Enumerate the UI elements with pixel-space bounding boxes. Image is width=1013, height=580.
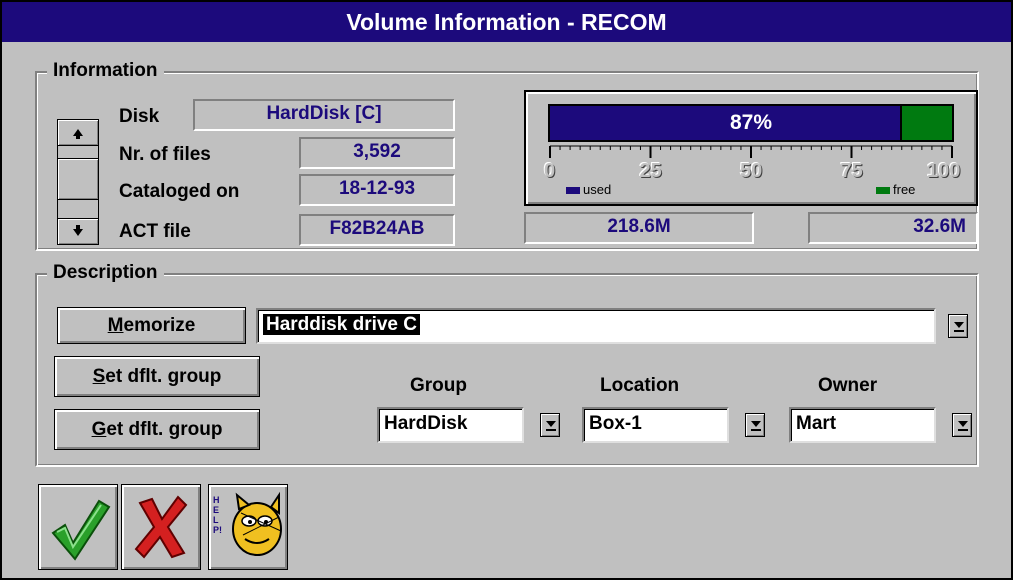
usage-percent: 87%: [729, 111, 773, 134]
ok-button[interactable]: [38, 484, 118, 570]
used-size-value: 218.6M: [524, 212, 754, 244]
description-dropdown-button[interactable]: [948, 314, 968, 338]
memorize-button[interactable]: Memorize: [57, 307, 246, 344]
description-group-label: Description: [47, 262, 164, 284]
dropdown-arrow-icon: [958, 421, 968, 431]
cataloged-value: 18-12-93: [299, 174, 455, 206]
group-input[interactable]: HardDisk: [377, 407, 524, 443]
description-input[interactable]: Harddisk drive C: [256, 308, 936, 344]
usage-scale: [549, 145, 953, 158]
group-label: Group: [410, 375, 467, 396]
dropdown-arrow-icon: [954, 322, 964, 332]
cancel-x-icon: [134, 495, 188, 559]
act-file-value: F82B24AB: [299, 214, 455, 246]
disk-usage-gauge: 87% 0 25 50 75 100 used free: [524, 90, 978, 206]
files-value: 3,592: [299, 137, 455, 169]
scale-tick-label: 25: [639, 160, 662, 182]
ok-checkmark-icon: [51, 499, 111, 561]
arrow-up-icon: [73, 129, 83, 139]
scale-tick-label: 0: [544, 160, 556, 182]
help-button[interactable]: HELP!: [208, 484, 288, 570]
free-size-value: 32.6M: [808, 212, 978, 244]
scale-tick-label: 100: [927, 160, 961, 182]
used-swatch: [566, 187, 580, 195]
help-label: HELP!: [213, 495, 222, 535]
group-dropdown-button[interactable]: [540, 413, 560, 437]
usage-bar: 87%: [548, 104, 954, 142]
owner-input[interactable]: Mart: [789, 407, 936, 443]
dropdown-arrow-icon: [546, 421, 556, 431]
act-file-label: ACT file: [119, 221, 191, 242]
window-title: Volume Information - RECOM: [2, 2, 1011, 42]
location-dropdown-button[interactable]: [745, 413, 765, 437]
cancel-button[interactable]: [121, 484, 201, 570]
disk-value: HardDisk [C]: [193, 99, 455, 131]
scroll-up-button[interactable]: [58, 120, 98, 146]
arrow-down-icon: [73, 225, 83, 236]
owner-dropdown-button[interactable]: [952, 413, 972, 437]
disk-label: Disk: [119, 106, 160, 127]
free-legend: free: [876, 182, 915, 197]
scale-tick-label: 50: [740, 160, 763, 182]
scroll-thumb[interactable]: [58, 158, 98, 200]
scroll-down-button[interactable]: [58, 218, 98, 244]
volume-information-window: Volume Information - RECOM Information D…: [0, 0, 1013, 580]
scale-tick-label: 75: [840, 160, 863, 182]
free-swatch: [876, 187, 890, 195]
used-legend: used: [566, 182, 611, 197]
owner-label: Owner: [818, 375, 878, 396]
files-label: Nr. of files: [119, 144, 211, 165]
location-input[interactable]: Box-1: [582, 407, 729, 443]
get-default-group-button[interactable]: Get dflt. group: [54, 409, 260, 450]
information-group-label: Information: [47, 60, 164, 82]
disk-scrollbar[interactable]: [57, 119, 99, 245]
dropdown-arrow-icon: [751, 421, 761, 431]
cataloged-label: Cataloged on: [119, 181, 240, 202]
set-default-group-button[interactable]: Set dflt. group: [54, 356, 260, 397]
location-label: Location: [600, 375, 680, 396]
